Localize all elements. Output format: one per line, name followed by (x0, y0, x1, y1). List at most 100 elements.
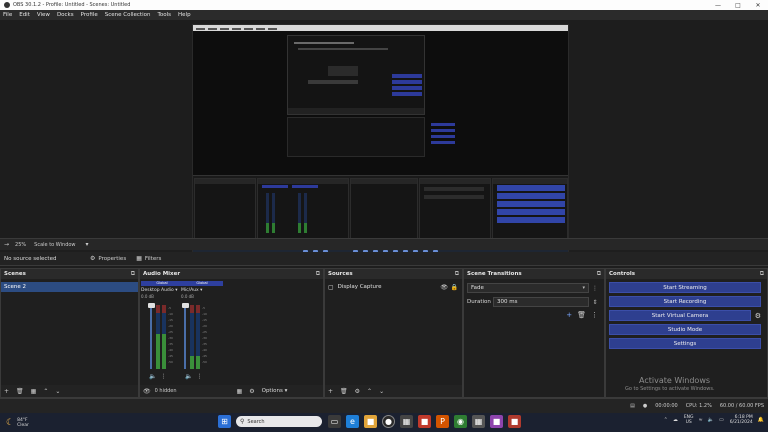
maximize-icon[interactable]: □ (728, 2, 748, 9)
add-icon[interactable]: + (328, 388, 333, 395)
duration-label: Duration (467, 299, 491, 305)
menu-tools[interactable]: Tools (157, 12, 171, 18)
more-icon[interactable]: ⋮ (196, 373, 202, 380)
preview-area[interactable] (0, 20, 768, 258)
start-virtual-camera-button[interactable]: Start Virtual Camera ⚙ (609, 310, 761, 321)
channel-name[interactable]: Desktop Audio ▾ (141, 288, 183, 293)
settings-button[interactable]: Settings (609, 338, 761, 349)
volume-slider[interactable] (184, 305, 186, 369)
chevron-down-icon[interactable]: ▾ (86, 241, 89, 248)
volume-slider-handle[interactable] (148, 303, 155, 308)
windows-start-icon[interactable]: ⊞ (218, 415, 231, 428)
weather-widget[interactable]: ☾ 84°F Clear (6, 418, 96, 428)
volume-icon[interactable]: 🔈 (708, 417, 714, 423)
zoom-level[interactable]: 25% (15, 242, 26, 248)
start-recording-button[interactable]: Start Recording (609, 296, 761, 307)
chevron-down-icon[interactable]: ⌄ (379, 388, 384, 395)
chevron-down-icon[interactable]: ⌄ (55, 388, 60, 395)
menu-docks[interactable]: Docks (57, 12, 74, 18)
transition-select[interactable]: Fade ▾ (467, 283, 589, 293)
office-icon[interactable]: ■ (418, 415, 431, 428)
source-toolbar: No source selected ⚙ Properties ▦ Filters (0, 252, 768, 266)
options-button[interactable]: Options ▾ (262, 388, 288, 394)
stepper-icon[interactable]: ⇕ (589, 299, 601, 306)
powerpoint-icon[interactable]: P (436, 415, 449, 428)
undock-icon[interactable]: ⧉ (597, 270, 601, 278)
chevron-up-icon[interactable]: ⌃ (43, 388, 48, 395)
duration-input[interactable]: 300 ms (493, 297, 589, 307)
channel-badge: Global (141, 281, 183, 286)
menu-edit[interactable]: Edit (19, 12, 30, 18)
add-icon[interactable]: + (566, 311, 572, 319)
grid-icon[interactable]: ▦ (237, 388, 243, 395)
eye-icon[interactable]: 👁 (143, 388, 151, 395)
app-icon[interactable]: ■ (508, 415, 521, 428)
clock[interactable]: 6:18 PM 6/21/2024 (730, 415, 753, 425)
wifi-icon[interactable]: ≈ (699, 417, 703, 423)
speaker-icon[interactable]: 🔈 (149, 373, 156, 380)
obs-icon[interactable]: ● (382, 415, 395, 428)
edge-icon[interactable]: e (346, 415, 359, 428)
scene-item[interactable]: Scene 2 (1, 282, 138, 292)
app-icon[interactable]: ▦ (472, 415, 485, 428)
channel-name[interactable]: Mic/Aux ▾ (181, 288, 223, 293)
window-controls: — □ ✕ (708, 2, 768, 9)
more-icon[interactable]: ⋮ (589, 285, 601, 292)
properties-button[interactable]: ⚙ Properties (90, 255, 126, 262)
trash-icon[interactable]: 🗑 (577, 311, 586, 319)
lock-icon[interactable]: 🔒 (451, 284, 458, 291)
undock-icon[interactable]: ⧉ (316, 270, 320, 278)
speaker-icon[interactable]: 🔈 (185, 373, 192, 380)
folder-icon[interactable]: ■ (364, 415, 377, 428)
gear-icon[interactable]: ⚙ (249, 388, 254, 395)
volume-slider[interactable] (150, 305, 152, 369)
menu-profile[interactable]: Profile (81, 12, 98, 18)
start-streaming-button[interactable]: Start Streaming (609, 282, 761, 293)
gear-icon[interactable]: ⚙ (355, 388, 360, 395)
weather-temp: 84°F (17, 417, 28, 423)
filters-button[interactable]: ▦ Filters (136, 255, 161, 262)
trash-icon[interactable]: 🗑 (340, 388, 348, 395)
mixer-channel-desktop: Global Desktop Audio ▾ 0.0 dB -5 -10 -15 -2… (141, 281, 183, 381)
menu-scene-collection[interactable]: Scene Collection (105, 12, 151, 18)
notification-icon[interactable]: 🔔 (758, 417, 764, 423)
weather-desc: Clear (17, 422, 29, 428)
studio-mode-button[interactable]: Studio Mode (609, 324, 761, 335)
eye-icon[interactable]: 👁 (440, 284, 448, 291)
volume-meter (156, 305, 160, 369)
menu-file[interactable]: File (3, 12, 12, 18)
volume-slider-handle[interactable] (182, 303, 189, 308)
add-icon[interactable]: + (4, 388, 9, 395)
chevron-up-icon[interactable]: ⌃ (664, 417, 668, 423)
close-icon[interactable]: ✕ (748, 2, 768, 9)
search-input[interactable]: ⚲ Search (236, 416, 322, 427)
store-icon[interactable]: ▦ (400, 415, 413, 428)
cloud-icon[interactable]: ☁ (673, 417, 678, 423)
trash-icon[interactable]: 🗑 (16, 388, 24, 395)
app-icon[interactable]: ■ (490, 415, 503, 428)
task-view-icon[interactable]: ▭ (328, 415, 341, 428)
chrome-icon[interactable]: ◉ (454, 415, 467, 428)
battery-icon[interactable]: ▭ (719, 417, 724, 423)
scale-mode[interactable]: Scale to Window (34, 242, 75, 248)
gear-icon: ⚙ (90, 255, 96, 262)
db-scale: -5 -10 -15 -20 -25 -30 -35 -40 -45 -50 (202, 306, 207, 364)
menu-help[interactable]: Help (178, 12, 191, 18)
undock-icon[interactable]: ⧉ (760, 270, 764, 278)
source-item[interactable]: ▢ Display Capture 👁 🔒 (325, 282, 462, 292)
menu-view[interactable]: View (37, 12, 50, 18)
more-icon[interactable]: ⋮ (160, 373, 166, 380)
language-indicator[interactable]: ENG US (684, 415, 694, 425)
filter-icon[interactable]: ▦ (31, 388, 37, 395)
mixer-header: Audio Mixer ⧉ (140, 269, 323, 279)
undock-icon[interactable]: ⧉ (131, 270, 135, 278)
chevron-up-icon[interactable]: ⌃ (367, 388, 372, 395)
more-icon[interactable]: ⋮ (591, 311, 598, 319)
mixer-title: Audio Mixer (143, 271, 181, 277)
menu-bar: File Edit View Docks Profile Scene Colle… (0, 10, 768, 20)
minimize-icon[interactable]: — (708, 2, 728, 9)
preview-canvas[interactable] (192, 24, 569, 258)
lock-preview-icon[interactable]: → (4, 241, 9, 248)
undock-icon[interactable]: ⧉ (455, 270, 459, 278)
gear-icon[interactable]: ⚙ (755, 312, 761, 320)
